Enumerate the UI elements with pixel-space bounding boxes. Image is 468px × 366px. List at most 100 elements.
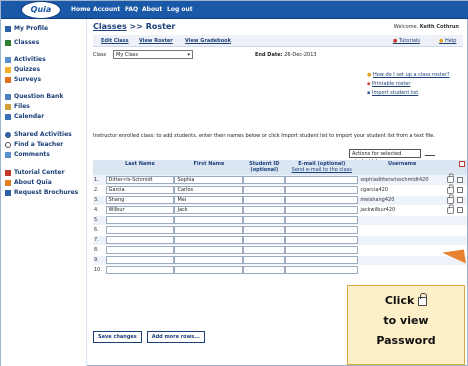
student-id-field[interactable] [243,206,286,214]
last-name-field[interactable]: Shang [105,196,175,204]
student-id-field[interactable] [243,175,286,184]
sidebar-item-question-bank[interactable]: Question Bank [5,93,63,100]
email-field[interactable] [285,266,359,274]
email-field-cell [285,205,359,216]
send-email-link[interactable]: Send e-mail to the class [285,167,358,173]
lock-icon [418,292,428,306]
sidebar-item-files[interactable]: Files [5,103,30,110]
nav-about[interactable]: About [142,6,162,13]
email-field[interactable] [285,216,359,224]
student-id-field[interactable] [243,216,286,224]
sidebar-item-find-teacher[interactable]: Find a Teacher [5,141,63,148]
first-name-field[interactable]: Carlos [174,186,244,194]
nav-faq[interactable]: FAQ [125,6,138,13]
nav-account[interactable]: Account [93,6,120,13]
help-link-import-list[interactable]: ▪ Import student list [367,89,457,98]
last-name-field[interactable] [105,236,175,244]
email-field[interactable] [285,236,359,244]
row-checkbox[interactable] [456,186,463,193]
student-id-field[interactable] [243,226,286,234]
first-name-field[interactable]: Sophia [174,175,244,184]
first-name-field[interactable] [174,266,244,274]
email-field[interactable] [285,175,359,184]
sidebar-item-classes[interactable]: Classes [5,39,39,46]
student-id-field[interactable] [243,266,286,274]
sidebar-item-calendar[interactable]: Calendar [5,113,44,120]
lock-cell [446,204,457,216]
student-id-field[interactable] [243,246,286,254]
question-icon: ● [367,72,372,78]
email-field-cell [285,175,359,186]
first-name-field[interactable] [174,256,244,264]
last-name-field[interactable] [105,266,175,274]
sidebar-item-surveys[interactable]: Surveys [5,76,41,83]
row-number-cell: 1. [93,175,106,186]
select-cell [456,215,467,226]
last-name-field[interactable]: Ditter-ris-Schmidt [105,175,175,184]
email-field[interactable] [285,186,359,194]
email-field[interactable] [285,226,359,234]
email-field[interactable] [285,256,359,264]
actions-select[interactable]: Actions for selected student(s) [349,149,421,165]
row-checkbox[interactable] [456,176,463,183]
sidebar-item-request-brochures[interactable]: Request Brochures [5,189,78,196]
breadcrumb-classes-link[interactable]: Classes [93,22,127,31]
help-link-printable-roster[interactable]: ▪ Printable roster [367,80,457,89]
first-name-field[interactable] [174,236,244,244]
student-id-field[interactable] [243,196,286,204]
first-name-field[interactable]: Mei [174,196,244,204]
chevron-down-icon: ▾ [187,52,190,58]
row-checkbox[interactable] [456,196,463,203]
row-checkbox[interactable] [456,206,463,213]
student-id-field-cell [243,235,286,246]
sidebar-item-activities[interactable]: Activities [5,56,46,63]
last-name-field[interactable] [105,216,175,224]
breadcrumb-current: Roster [145,22,176,31]
lock-icon[interactable] [447,173,454,183]
email-field[interactable] [285,196,359,204]
sidebar-item-about-quia[interactable]: About Quia [5,179,52,186]
email-field-cell [285,215,359,226]
class-select[interactable]: My Class ▾ [113,50,193,59]
first-name-field[interactable] [174,226,244,234]
sidebar-item-comments[interactable]: Comments [5,151,50,158]
username: jackwilbur420 [360,207,396,213]
table-row: 10. [93,265,467,276]
callout-line-3: Password [376,334,436,347]
student-id-field[interactable] [243,186,286,194]
sidebar-item-quizzes[interactable]: Quizzes [5,66,40,73]
last-name-field[interactable] [105,246,175,254]
last-name-field[interactable]: Wilbur [105,206,175,214]
tutorials-link[interactable]: ● Tutorials [393,38,420,44]
first-name-field[interactable] [174,246,244,254]
tab-view-roster[interactable]: View Roster [139,38,173,44]
student-id-field[interactable] [243,256,286,264]
sidebar-item-my-profile[interactable]: My Profile [5,25,48,32]
sidebar-item-shared-activities[interactable]: Shared Activities [5,131,72,138]
help-link-setup-roster[interactable]: ● How do I set up a class roster? [367,71,457,80]
last-name-field[interactable]: Garcia [105,186,175,194]
first-name-field[interactable] [174,216,244,224]
table-row: 3. Shang Mei meishang420 [93,194,467,206]
sidebar-item-tutorial-center[interactable]: Tutorial Center [5,169,65,176]
help-link[interactable]: ● Help [439,38,456,44]
first-name-field[interactable]: Jack [174,206,244,214]
quia-logo[interactable]: Quia [21,1,61,19]
last-name-field[interactable] [105,256,175,264]
email-field[interactable] [285,246,359,254]
add-more-rows-button[interactable]: Add more rows... [146,331,205,343]
select-all-checkbox[interactable] [458,161,465,167]
lock-icon[interactable] [447,184,454,194]
tab-edit-class[interactable]: Edit Class [101,38,129,44]
nav-logout[interactable]: Log out [167,6,193,13]
lock-icon[interactable] [447,194,454,204]
student-id-field[interactable] [243,236,286,244]
tab-view-gradebook[interactable]: View Gradebook [185,38,231,44]
nav-home[interactable]: Home [71,6,90,13]
lock-cell [446,215,457,226]
email-field[interactable] [285,206,359,214]
lock-icon[interactable] [447,204,454,214]
save-changes-button[interactable]: Save changes [93,331,142,343]
activities-icon [5,56,11,63]
last-name-field[interactable] [105,226,175,234]
